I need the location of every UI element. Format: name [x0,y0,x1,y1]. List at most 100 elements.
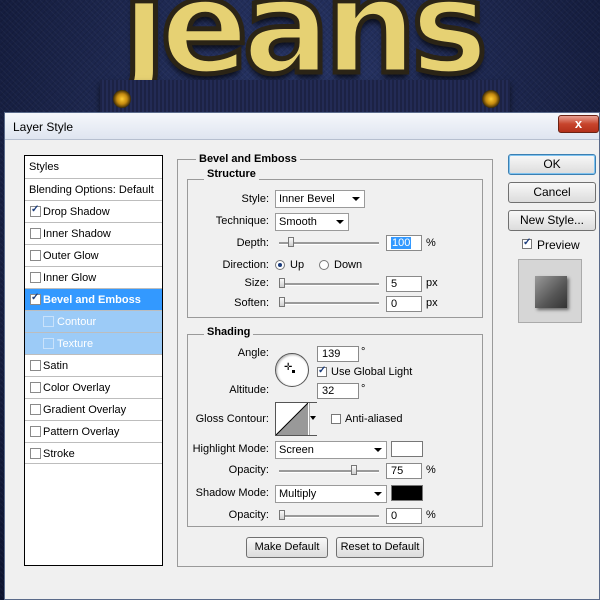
depth-input[interactable]: 100 [386,235,422,251]
shadow-color-swatch[interactable] [391,485,423,501]
altitude-label: Altitude: [229,384,269,396]
highlight-opacity-thumb[interactable] [351,465,357,475]
outer-glow-label: Outer Glow [43,250,99,262]
ok-button[interactable]: OK [508,154,596,175]
highlight-color-swatch[interactable] [391,441,423,457]
style-satin[interactable]: Satin [25,354,162,376]
depth-unit: % [426,237,436,249]
outer-glow-checkbox[interactable] [30,250,41,261]
contour-dropdown-arrow[interactable] [309,403,317,435]
layer-style-dialog: Layer Style x Styles Blending Options: D… [4,112,600,600]
shadow-opacity-label: Opacity: [228,509,269,521]
rivet-right [482,90,500,108]
shadow-mode-dropdown[interactable]: Multiply [275,485,387,503]
cancel-button[interactable]: Cancel [508,182,596,203]
preview-checkbox[interactable] [522,237,532,249]
anti-aliased-checkbox[interactable] [331,414,341,424]
shading-title: Shading [204,326,254,338]
inner-shadow-checkbox[interactable] [30,228,41,239]
use-global-light-checkbox[interactable] [317,365,327,377]
satin-label: Satin [43,360,69,372]
chevron-down-icon [374,492,382,496]
color-overlay-checkbox[interactable] [30,382,41,393]
inner-glow-label: Inner Glow [43,272,97,284]
style-dropdown[interactable]: Inner Bevel [275,190,365,208]
style-drop-shadow[interactable]: Drop Shadow [25,200,162,222]
size-slider-thumb[interactable] [279,278,285,288]
reset-default-button[interactable]: Reset to Default [336,537,424,558]
highlight-opacity-input[interactable]: 75 [386,463,422,479]
make-default-button[interactable]: Make Default [246,537,328,558]
style-texture[interactable]: Texture [25,332,162,354]
angle-label: Angle: [237,347,269,359]
close-button[interactable]: x [558,115,599,133]
soften-slider-thumb[interactable] [279,297,285,307]
shadow-opacity-thumb[interactable] [279,510,285,520]
technique-dropdown[interactable]: Smooth [275,213,349,231]
size-unit: px [426,277,438,289]
gloss-contour-label: Gloss Contour: [195,413,269,425]
altitude-input[interactable]: 32 [317,383,359,399]
altitude-unit: ° [361,383,366,395]
drop-shadow-checkbox[interactable] [30,204,41,217]
inner-glow-checkbox[interactable] [30,272,41,283]
structure-title: Structure [204,168,259,180]
gradient-overlay-checkbox[interactable] [30,404,41,415]
highlight-opacity-value: 75 [391,465,404,477]
new-style-button[interactable]: New Style... [508,210,596,231]
style-pattern-overlay[interactable]: Pattern Overlay [25,420,162,442]
style-contour[interactable]: Contour [25,310,162,332]
angle-value: 139 [322,348,341,360]
angle-dial[interactable]: ✛ [275,353,309,387]
stroke-checkbox[interactable] [30,448,41,459]
style-inner-shadow[interactable]: Inner Shadow [25,222,162,244]
styles-header[interactable]: Styles [25,156,162,178]
texture-checkbox[interactable] [43,338,54,349]
inner-shadow-label: Inner Shadow [43,228,111,240]
highlight-mode-value: Screen [279,444,314,456]
angle-input[interactable]: 139 [317,346,359,362]
shadow-opacity-slider[interactable] [279,510,379,520]
gradient-overlay-label: Gradient Overlay [43,404,127,416]
pattern-overlay-label: Pattern Overlay [43,426,120,438]
shadow-mode-value: Multiply [279,488,317,500]
preview-swatch [535,276,567,308]
style-stroke[interactable]: Stroke [25,442,162,464]
gloss-contour-picker[interactable] [275,402,317,436]
bevel-emboss-checkbox[interactable] [30,292,41,305]
bevel-emboss-title: Bevel and Emboss [196,153,300,165]
depth-value: 100 [391,237,412,249]
texture-label: Texture [57,338,94,350]
contour-curve-icon [276,403,308,435]
pattern-overlay-checkbox[interactable] [30,426,41,437]
shadow-opacity-input[interactable]: 0 [386,508,422,524]
size-slider[interactable] [279,278,379,288]
highlight-opacity-label: Opacity: [228,464,269,476]
styles-list: Styles Blending Options: Default Drop Sh… [24,155,163,566]
direction-up-radio[interactable] [275,260,285,270]
soften-input[interactable]: 0 [386,296,422,312]
highlight-opacity-slider[interactable] [279,465,379,475]
contour-checkbox[interactable] [43,316,54,327]
color-overlay-label: Color Overlay [43,382,111,394]
style-gradient-overlay[interactable]: Gradient Overlay [25,398,162,420]
blending-options[interactable]: Blending Options: Default [25,178,162,200]
dialog-title: Layer Style [13,120,74,134]
style-color-overlay[interactable]: Color Overlay [25,376,162,398]
size-input[interactable]: 5 [386,276,422,292]
satin-checkbox[interactable] [30,360,41,371]
styles-header-label: Styles [29,161,59,173]
style-inner-glow[interactable]: Inner Glow [25,266,162,288]
depth-slider[interactable] [279,237,379,247]
chevron-down-icon [310,416,316,420]
soften-slider[interactable] [279,297,379,307]
highlight-mode-dropdown[interactable]: Screen [275,441,387,459]
depth-slider-thumb[interactable] [288,237,294,247]
shadow-opacity-unit: % [426,509,436,521]
direction-down-radio[interactable] [319,260,329,270]
style-bevel-emboss[interactable]: Bevel and Emboss [25,288,162,310]
chevron-down-icon [352,197,360,201]
highlight-opacity-unit: % [426,464,436,476]
style-outer-glow[interactable]: Outer Glow [25,244,162,266]
jeans-title-art: jeans [119,0,490,103]
